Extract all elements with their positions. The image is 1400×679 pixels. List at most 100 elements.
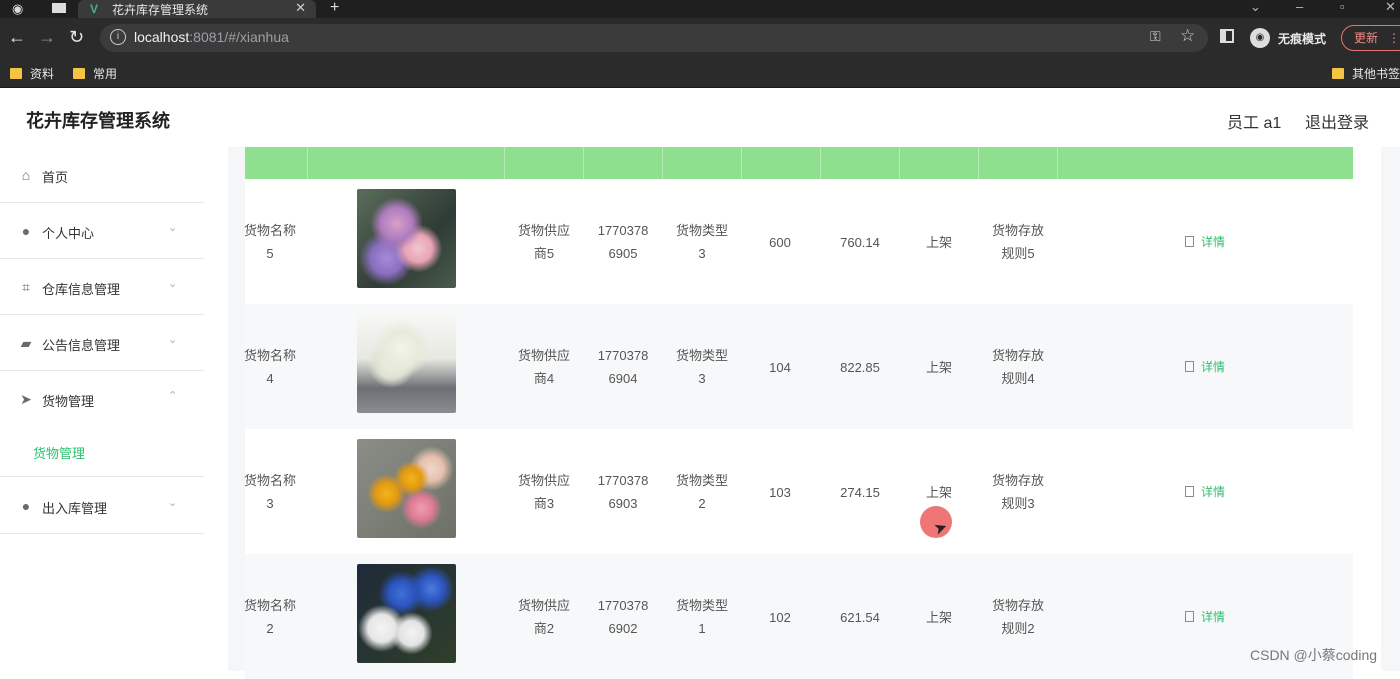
home-icon: ⌂ <box>21 167 31 183</box>
status-cell: 上架 <box>925 235 952 250</box>
bookmarks-bar: 资料 常用 其他书签 <box>0 58 1400 88</box>
quantity-cell: 103 <box>769 485 791 500</box>
type-cell: 货物类型 3 <box>675 348 728 386</box>
price-cell: 760.14 <box>840 235 880 250</box>
table-row: 货物名称 2 货物供应 商2 1770378 6902 货物类型 1 102 6… <box>244 554 1353 679</box>
url-text[interactable]: localhost:8081/#/xianhua <box>134 29 289 45</box>
goods-name: 货物名称 4 <box>243 348 296 386</box>
sidebar-item-warehouse[interactable]: ⌗ 仓库信息管理 ⌄ <box>0 259 204 315</box>
price-cell: 621.54 <box>840 610 880 625</box>
maximize-icon[interactable]: ▫ <box>1340 0 1345 14</box>
supplier-cell: 货物供应 商5 <box>517 223 570 261</box>
goods-name: 货物名称 3 <box>243 473 296 511</box>
rule-cell: 货物存放 规则4 <box>991 348 1044 386</box>
sidebar-item-label: 公告信息管理 <box>42 338 121 353</box>
type-cell: 货物类型 2 <box>675 473 728 511</box>
supplier-cell: 货物供应 商2 <box>517 598 570 636</box>
document-icon <box>1185 611 1194 622</box>
detail-button[interactable]: 详情 <box>1185 483 1225 500</box>
sidebar-item-notice[interactable]: ▰ 公告信息管理 ⌄ <box>0 315 204 371</box>
reload-icon[interactable]: ↻ <box>69 27 84 47</box>
user-icon: ● <box>21 223 31 239</box>
goods-image <box>357 314 456 413</box>
document-icon <box>1185 236 1194 247</box>
rule-cell: 货物存放 规则3 <box>991 473 1044 511</box>
sidebar-item-profile[interactable]: ● 个人中心 ⌄ <box>0 203 204 259</box>
goods-table: 货物名称 5 货物供应 商5 1770378 6905 货物类型 3 600 7… <box>244 147 1381 679</box>
watermark: CSDN @小蔡coding <box>1250 647 1378 663</box>
price-cell: 822.85 <box>840 360 880 375</box>
tab-title: 花卉库存管理系统 <box>112 3 209 17</box>
chevron-down-icon[interactable]: ⌄ <box>1250 0 1261 15</box>
crop-icon: ⌗ <box>22 279 30 295</box>
logout-link[interactable]: 退出登录 <box>1305 109 1369 133</box>
sidebar-item-label: 出入库管理 <box>42 501 108 516</box>
tab-icon[interactable] <box>52 3 66 13</box>
detail-button[interactable]: 详情 <box>1185 358 1225 375</box>
user-icon: ● <box>21 498 31 514</box>
browser-toolbar: ← → ↻ i localhost:8081/#/xianhua ⚿ ☆ ◉ 无… <box>0 18 1400 58</box>
chevron-down-icon: ⌄ <box>168 497 178 509</box>
bookmark-folder[interactable]: 其他书签 <box>1332 65 1400 82</box>
chevron-down-icon: ⌄ <box>168 222 178 234</box>
folder-icon <box>1332 68 1344 79</box>
globe-icon[interactable]: ◉ <box>12 1 23 17</box>
type-cell: 货物类型 1 <box>675 598 728 636</box>
back-icon[interactable]: ← <box>8 27 26 47</box>
app-title: 花卉库存管理系统 <box>26 111 170 131</box>
sidebar-item-label: 仓库信息管理 <box>42 282 121 297</box>
phone-cell: 1770378 6903 <box>597 473 649 511</box>
table-row: 货物名称 3 货物供应 商3 1770378 6903 货物类型 2 103 2… <box>244 429 1353 554</box>
megaphone-icon: ▰ <box>20 335 32 351</box>
document-icon <box>1185 361 1194 372</box>
supplier-cell: 货物供应 商4 <box>517 348 570 386</box>
user-label: 员工 a1 <box>1227 115 1282 132</box>
close-icon[interactable]: ✕ <box>295 0 306 16</box>
browser-tabbar: ◉ V 花卉库存管理系统 ✕ + ⌄ – ▫ ✕ <box>0 0 1400 18</box>
status-cell: 上架 <box>925 360 952 375</box>
sidebar-item-home[interactable]: ⌂ 首页 <box>0 147 204 203</box>
table-row: 货物名称 5 货物供应 商5 1770378 6905 货物类型 3 600 7… <box>244 179 1353 304</box>
sidepanel-icon[interactable] <box>1220 29 1234 43</box>
goods-image <box>357 189 456 288</box>
goods-image <box>357 439 456 538</box>
type-cell: 货物类型 3 <box>675 223 728 261</box>
sidebar-item-label: 首页 <box>42 170 69 185</box>
sidebar-item-goods[interactable]: ➤ 货物管理 ⌃ <box>0 371 204 427</box>
address-bar[interactable]: i localhost:8081/#/xianhua ⚿ ☆ <box>100 24 1208 52</box>
bookmark-folder[interactable]: 资料 <box>10 65 54 82</box>
update-button[interactable]: 更新 ⋮ <box>1341 25 1400 51</box>
chevron-up-icon: ⌃ <box>168 390 178 402</box>
app: 花卉库存管理系统 员工 a1 退出登录 ⌂ 首页 ● 个人中心 ⌄ ⌗ 仓库信息… <box>0 89 1400 679</box>
new-tab-icon[interactable]: + <box>330 0 339 17</box>
goods-image <box>357 564 456 663</box>
table-header <box>245 147 1353 179</box>
app-header: 花卉库存管理系统 员工 a1 退出登录 <box>0 89 1400 147</box>
minimize-icon[interactable]: – <box>1296 0 1303 14</box>
incognito-label[interactable]: 无痕模式 <box>1278 30 1326 47</box>
supplier-cell: 货物供应 商3 <box>517 473 570 511</box>
incognito-icon[interactable]: ◉ <box>1250 28 1270 48</box>
star-icon[interactable]: ☆ <box>1180 26 1195 46</box>
bookmark-folder[interactable]: 常用 <box>73 65 117 82</box>
table-row: 货物名称 4 货物供应 商4 1770378 6904 货物类型 3 104 8… <box>244 304 1353 429</box>
folder-icon <box>10 68 22 79</box>
sidebar-item-inout[interactable]: ● 出入库管理 ⌄ <box>0 478 204 534</box>
window-close-icon[interactable]: ✕ <box>1385 0 1396 15</box>
forward-icon[interactable]: → <box>38 27 56 47</box>
detail-button[interactable]: 详情 <box>1185 233 1225 250</box>
quantity-cell: 102 <box>769 610 791 625</box>
key-icon[interactable]: ⚿ <box>1150 28 1161 45</box>
quantity-cell: 104 <box>769 360 791 375</box>
price-cell: 274.15 <box>840 485 880 500</box>
info-icon[interactable]: i <box>110 29 126 45</box>
rule-cell: 货物存放 规则2 <box>991 598 1044 636</box>
status-cell: 上架 <box>925 610 952 625</box>
send-icon: ➤ <box>20 391 32 407</box>
chevron-down-icon: ⌄ <box>168 278 178 290</box>
submenu-item-goods[interactable]: 货物管理 <box>0 427 204 477</box>
quantity-cell: 600 <box>769 235 791 250</box>
rule-cell: 货物存放 规则5 <box>991 223 1044 261</box>
browser-tab[interactable]: V 花卉库存管理系统 ✕ <box>78 0 316 18</box>
detail-button[interactable]: 详情 <box>1185 608 1225 625</box>
